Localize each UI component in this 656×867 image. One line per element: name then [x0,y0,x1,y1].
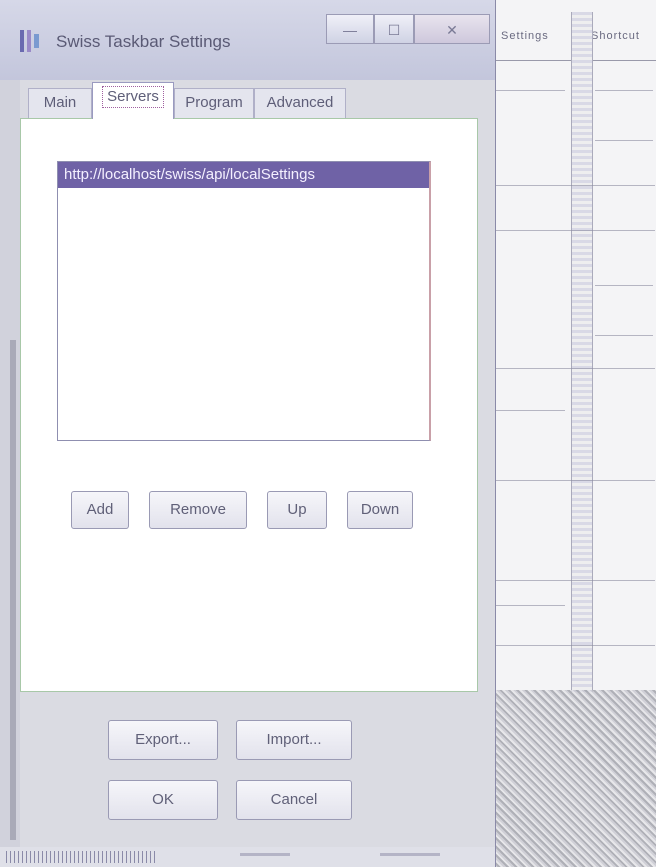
import-button[interactable]: Import... [236,720,352,760]
strip-separator [380,853,440,856]
export-button[interactable]: Export... [108,720,218,760]
background-tab-shortcut[interactable]: Shortcut [591,30,640,42]
background-line [495,185,655,186]
settings-dialog: Swiss Taskbar Settings — ☐ ✕ Main Server… [0,0,496,867]
background-line [495,480,655,481]
background-column [571,12,593,692]
remove-button[interactable]: Remove [149,491,247,529]
background-noise-region [495,690,656,867]
tab-main[interactable]: Main [28,88,92,118]
move-down-button[interactable]: Down [347,491,413,529]
background-line [495,580,655,581]
background-line [595,90,653,91]
window-title: Swiss Taskbar Settings [56,32,231,51]
title-bar[interactable]: Swiss Taskbar Settings — ☐ ✕ [0,0,495,80]
tab-program[interactable]: Program [174,88,254,118]
background-line [495,90,565,91]
tab-program-label: Program [185,94,243,111]
background-line [595,140,653,141]
background-tab-settings[interactable]: Settings [501,30,549,42]
app-icon [20,30,39,52]
background-line [495,410,565,411]
background-window: Settings Shortcut [495,0,656,867]
tab-advanced-label: Advanced [266,94,334,111]
background-line [595,335,653,336]
tab-advanced[interactable]: Advanced [254,88,346,118]
bottom-strip [0,847,495,867]
background-line [495,645,655,646]
maximize-button[interactable]: ☐ [374,14,414,44]
cancel-button[interactable]: Cancel [236,780,352,820]
tab-servers-label: Servers [102,86,164,108]
tab-main-label: Main [43,94,77,111]
server-list[interactable]: http://localhost/swiss/api/localSettings [57,161,431,441]
tab-servers[interactable]: Servers [92,82,174,119]
border-shade [10,340,16,840]
background-line [495,368,655,369]
dialog-left-border [0,80,20,847]
server-list-item[interactable]: http://localhost/swiss/api/localSettings [58,162,429,188]
ok-button[interactable]: OK [108,780,218,820]
close-button[interactable]: ✕ [414,14,490,44]
strip-pattern [6,851,156,863]
strip-separator [240,853,290,856]
move-up-button[interactable]: Up [267,491,327,529]
background-line [595,285,653,286]
add-button[interactable]: Add [71,491,129,529]
background-line [495,605,565,606]
background-line [495,230,655,231]
servers-tab-panel: http://localhost/swiss/api/localSettings… [20,118,478,692]
minimize-button[interactable]: — [326,14,374,44]
